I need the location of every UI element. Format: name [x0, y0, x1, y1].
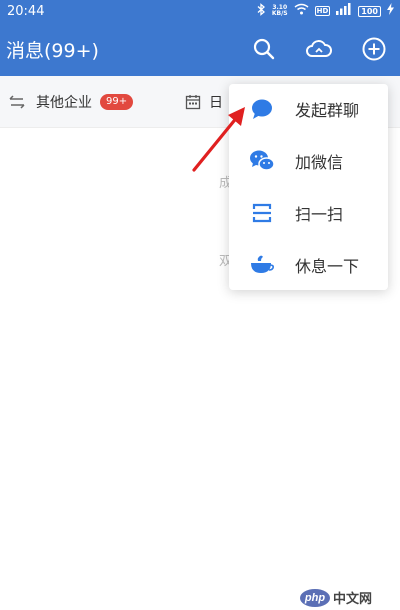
switch-enterprise-label: 其他企业 — [36, 95, 92, 111]
watermark-text: 中文网 — [333, 591, 373, 606]
scan-icon — [249, 200, 275, 226]
switch-arrows-icon — [9, 95, 25, 109]
menu-item-scan[interactable]: 扫一扫 — [229, 188, 388, 238]
add-dropdown-menu: 发起群聊 加微信 扫一扫 休息一下 — [229, 84, 388, 290]
app-bar: 消息(99+) — [0, 22, 400, 76]
menu-item-start-group-chat[interactable]: 发起群聊 — [229, 84, 388, 134]
cloud-icon — [306, 40, 332, 57]
wechat-icon — [249, 148, 275, 174]
menu-item-label: 扫一扫 — [295, 205, 344, 224]
coffee-cup-icon — [249, 252, 275, 278]
menu-item-add-wechat[interactable]: 加微信 — [229, 136, 388, 186]
cloud-button[interactable] — [305, 35, 333, 63]
hd-badge: HD — [314, 6, 331, 16]
charging-icon — [387, 3, 394, 19]
add-circle-icon — [362, 37, 386, 61]
page-title: 消息(99+) — [6, 40, 99, 62]
search-button[interactable] — [250, 35, 278, 63]
net-speed: 3.10 KB/S — [271, 4, 288, 17]
switch-enterprise-button[interactable]: 其他企业 99+ — [8, 92, 134, 112]
add-button[interactable] — [360, 35, 388, 63]
menu-item-label: 加微信 — [295, 153, 344, 172]
status-time: 20:44 — [7, 3, 45, 19]
search-icon — [253, 38, 275, 60]
wifi-icon — [294, 3, 309, 19]
watermark: php 中文网 — [300, 588, 372, 607]
battery-icon: 100 — [358, 5, 381, 17]
chat-bubble-icon — [249, 96, 275, 122]
unread-badge: 99+ — [100, 94, 134, 110]
menu-item-take-a-break[interactable]: 休息一下 — [229, 240, 388, 290]
menu-item-label: 休息一下 — [295, 257, 360, 276]
bluetooth-icon — [257, 2, 266, 20]
menu-item-label: 发起群聊 — [295, 101, 360, 120]
watermark-logo: php — [300, 588, 330, 607]
status-bar: 20:44 3.10 KB/S HD 100 — [0, 0, 400, 22]
signal-icon — [336, 3, 352, 19]
status-icons: 3.10 KB/S HD 100 — [257, 2, 394, 20]
red-arrow-icon — [192, 107, 245, 172]
battery-level: 100 — [361, 6, 378, 16]
